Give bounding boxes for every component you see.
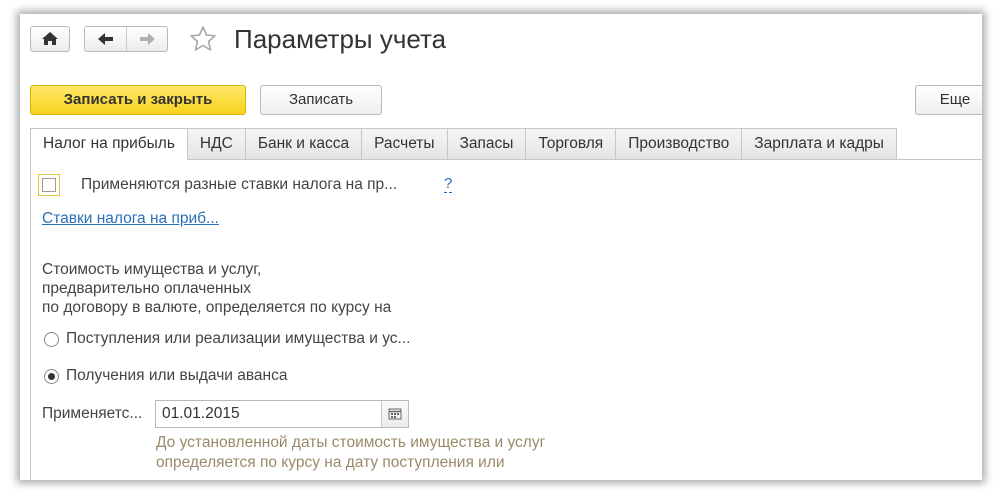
radio-advance-payment-label: Получения или выдачи аванса — [66, 367, 288, 384]
help-button[interactable]: ? — [444, 176, 453, 193]
hint-line-2: определяется по курсу на дату поступлени… — [156, 454, 505, 471]
home-button[interactable] — [30, 26, 70, 52]
calendar-icon — [388, 408, 402, 420]
tab-profit-tax[interactable]: Налог на прибыль — [30, 128, 188, 160]
tab-vat[interactable]: НДС — [187, 128, 246, 160]
tab-settlements[interactable]: Расчеты — [362, 128, 448, 160]
radio-receipt-or-sale-label: Поступления или реализации имущества и у… — [66, 330, 411, 347]
more-button[interactable]: Еще — [915, 85, 982, 115]
tab-panel-left-border — [30, 159, 31, 480]
description-line-3: по договору в валюте, определяется по ку… — [42, 299, 392, 316]
description-line-2: предварительно оплаченных — [42, 280, 251, 297]
favorite-button[interactable] — [188, 24, 218, 59]
radio-advance-payment[interactable] — [44, 369, 59, 384]
arrow-right-icon — [140, 33, 155, 45]
tab-payroll-and-hr[interactable]: Зарплата и кадры — [742, 128, 897, 160]
description-line-1: Стоимость имущества и услуг, — [42, 261, 262, 278]
arrow-left-icon — [98, 33, 113, 45]
hint-line-1: До установленной даты стоимость имуществ… — [156, 434, 546, 451]
tab-trade[interactable]: Торговля — [526, 128, 617, 160]
radio-receipt-or-sale[interactable] — [44, 332, 59, 347]
save-button[interactable]: Записать — [260, 85, 382, 115]
tab-production[interactable]: Производство — [616, 128, 743, 160]
tab-inventory[interactable]: Запасы — [447, 128, 527, 160]
tab-bar: Налог на прибыль НДС Банк и касса Расчет… — [30, 128, 897, 160]
history-navigation — [84, 26, 168, 52]
page-title: Параметры учета — [234, 24, 447, 54]
star-icon — [190, 26, 216, 51]
profit-tax-rates-link[interactable]: Ставки налога на приб... — [42, 210, 219, 228]
different-rates-label: Применяются разные ставки налога на пр..… — [81, 176, 398, 193]
forward-button[interactable] — [126, 27, 168, 51]
tab-bank-and-cash[interactable]: Банк и касса — [245, 128, 363, 160]
back-button[interactable] — [85, 27, 126, 51]
home-icon — [42, 32, 58, 45]
calendar-button[interactable] — [381, 401, 408, 427]
applies-from-date-value: 01.01.2015 — [162, 405, 240, 422]
applies-from-label: Применяетс... — [42, 405, 143, 422]
save-and-close-button[interactable]: Записать и закрыть — [30, 85, 246, 115]
applies-from-date-input[interactable]: 01.01.2015 — [155, 400, 409, 428]
window: Параметры учета Записать и закрыть Запис… — [20, 14, 982, 480]
different-rates-checkbox[interactable] — [38, 174, 60, 196]
